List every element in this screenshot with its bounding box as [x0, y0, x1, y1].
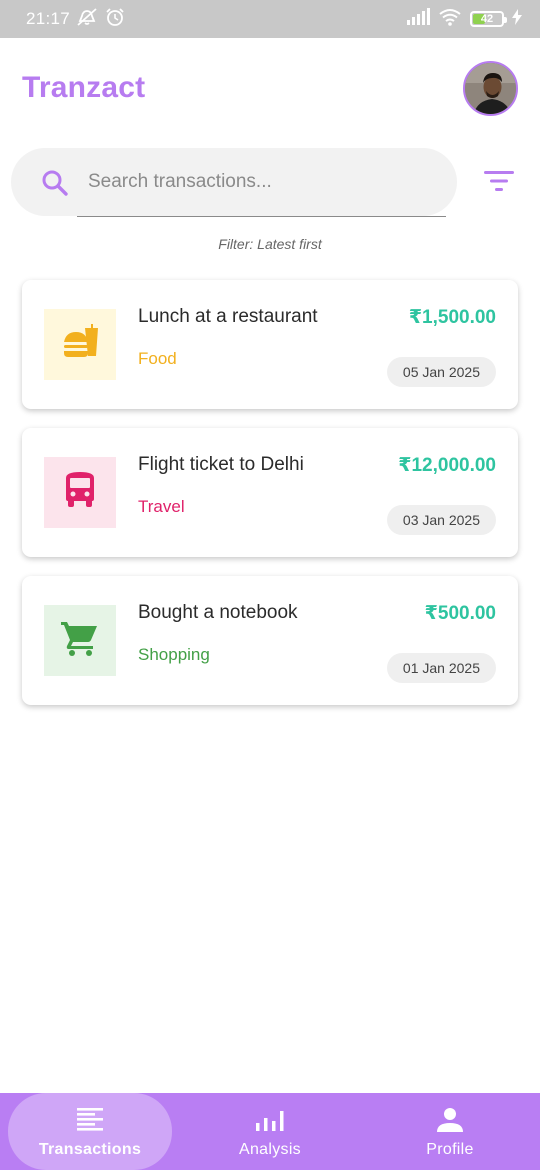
transaction-date: 05 Jan 2025 [386, 357, 496, 387]
transaction-card[interactable]: Bought a notebook Shopping ₹500.00 01 Ja… [22, 576, 518, 705]
transaction-amount: ₹500.00 [424, 603, 496, 624]
status-left: 21:17 [26, 7, 126, 32]
nav-label-transactions: Transactions [38, 1141, 142, 1158]
category-tile [44, 457, 116, 528]
status-right: 42 [406, 7, 522, 31]
app-title: Tranzact [22, 71, 146, 104]
filter-icon [484, 170, 514, 197]
status-bar: 21:17 42 [0, 0, 540, 38]
transaction-amount: ₹1,500.00 [408, 307, 496, 328]
transaction-amount: ₹12,000.00 [398, 455, 496, 476]
transaction-card[interactable]: Flight ticket to Delhi Travel ₹12,000.00… [22, 428, 518, 557]
transaction-category: Food [138, 349, 177, 368]
nav-item-profile[interactable]: Profile [360, 1093, 540, 1170]
list-icon [77, 1107, 103, 1133]
charging-icon [512, 8, 522, 30]
search-input[interactable] [87, 158, 447, 206]
battery-level: 42 [480, 13, 494, 25]
mute-icon [76, 7, 98, 32]
transaction-date: 01 Jan 2025 [386, 653, 496, 683]
search-underline [77, 216, 446, 217]
category-tile [44, 605, 116, 676]
transaction-category: Travel [138, 497, 185, 516]
nav-item-analysis[interactable]: Analysis [180, 1093, 360, 1170]
fastfood-icon [60, 322, 100, 367]
transaction-title: Flight ticket to Delhi [138, 454, 304, 475]
filter-button[interactable] [476, 163, 522, 203]
nav-label-analysis: Analysis [239, 1141, 301, 1158]
battery-icon: 42 [470, 11, 507, 27]
bottom-nav: Transactions Analysis Profile [0, 1093, 540, 1170]
search-icon [41, 169, 69, 197]
transaction-card[interactable]: Lunch at a restaurant Food ₹1,500.00 05 … [22, 280, 518, 409]
alarm-icon [104, 7, 126, 32]
transaction-list: Lunch at a restaurant Food ₹1,500.00 05 … [22, 280, 518, 724]
wifi-icon [438, 8, 462, 31]
profile-avatar[interactable] [463, 61, 518, 116]
shopping-cart-icon [61, 620, 99, 661]
signal-icon [406, 7, 430, 31]
bus-icon [63, 472, 97, 513]
transaction-category: Shopping [138, 645, 210, 664]
nav-item-transactions[interactable]: Transactions [0, 1093, 180, 1170]
person-icon [437, 1107, 463, 1133]
status-time: 21:17 [26, 9, 71, 28]
app-header: Tranzact [0, 38, 540, 140]
transaction-date: 03 Jan 2025 [386, 505, 496, 535]
bar-chart-icon [256, 1107, 284, 1133]
search-bar [11, 148, 457, 216]
category-tile [44, 309, 116, 380]
transaction-title: Bought a notebook [138, 602, 298, 623]
transaction-title: Lunch at a restaurant [138, 306, 318, 327]
nav-label-profile: Profile [426, 1141, 474, 1158]
filter-label: Filter: Latest first [218, 236, 322, 252]
